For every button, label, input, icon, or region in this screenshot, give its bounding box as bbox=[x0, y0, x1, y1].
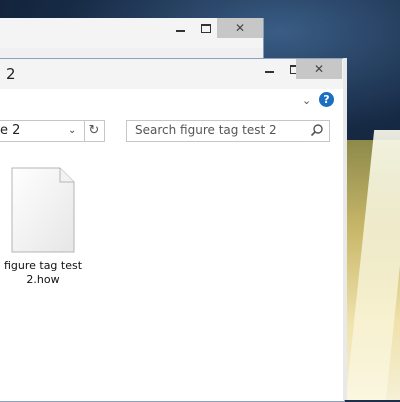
title-bar[interactable]: 2 ✕ bbox=[0, 59, 344, 89]
refresh-button[interactable]: ↻ bbox=[84, 120, 105, 142]
refresh-icon: ↻ bbox=[88, 123, 100, 138]
background-close-button[interactable]: ✕ bbox=[217, 18, 263, 38]
document-icon bbox=[11, 167, 75, 253]
background-title-bar[interactable]: ✕ bbox=[0, 18, 263, 48]
file-name-line-1: figure tag test bbox=[3, 259, 83, 272]
expand-ribbon-icon[interactable]: ⌄ bbox=[302, 94, 311, 107]
help-icon[interactable]: ? bbox=[319, 92, 334, 107]
close-button[interactable]: ✕ bbox=[296, 59, 342, 79]
minimize-icon bbox=[264, 71, 274, 73]
background-maximize-button[interactable] bbox=[193, 18, 219, 38]
close-icon: ✕ bbox=[313, 62, 325, 76]
search-icon[interactable] bbox=[310, 123, 324, 137]
address-dropdown-icon[interactable]: ⌄ bbox=[68, 125, 76, 136]
explorer-window[interactable]: 2 ✕ ⌄ ? e 2 ⌄ ↻ Search figure tag test 2… bbox=[0, 58, 345, 402]
close-icon: ✕ bbox=[234, 21, 246, 35]
file-list-pane[interactable]: figure tag test 2.how bbox=[0, 151, 344, 401]
maximize-icon bbox=[201, 23, 211, 33]
background-minimize-button[interactable] bbox=[167, 18, 193, 38]
minimize-button[interactable] bbox=[256, 59, 282, 79]
navigation-bar: e 2 ⌄ ↻ bbox=[0, 111, 344, 151]
window-right-edge bbox=[343, 58, 347, 400]
file-name-label: figure tag test 2.how bbox=[0, 259, 87, 287]
ribbon-bar: ⌄ ? bbox=[0, 89, 344, 112]
file-item[interactable]: figure tag test 2.how bbox=[3, 163, 83, 286]
address-path-text: e 2 bbox=[0, 123, 21, 138]
search-input[interactable] bbox=[135, 123, 305, 137]
address-bar[interactable]: e 2 ⌄ bbox=[0, 120, 85, 142]
file-name-line-2: 2.how bbox=[26, 273, 60, 286]
window-title: 2 bbox=[6, 65, 16, 83]
minimize-icon bbox=[175, 30, 185, 32]
search-box[interactable] bbox=[126, 120, 330, 142]
